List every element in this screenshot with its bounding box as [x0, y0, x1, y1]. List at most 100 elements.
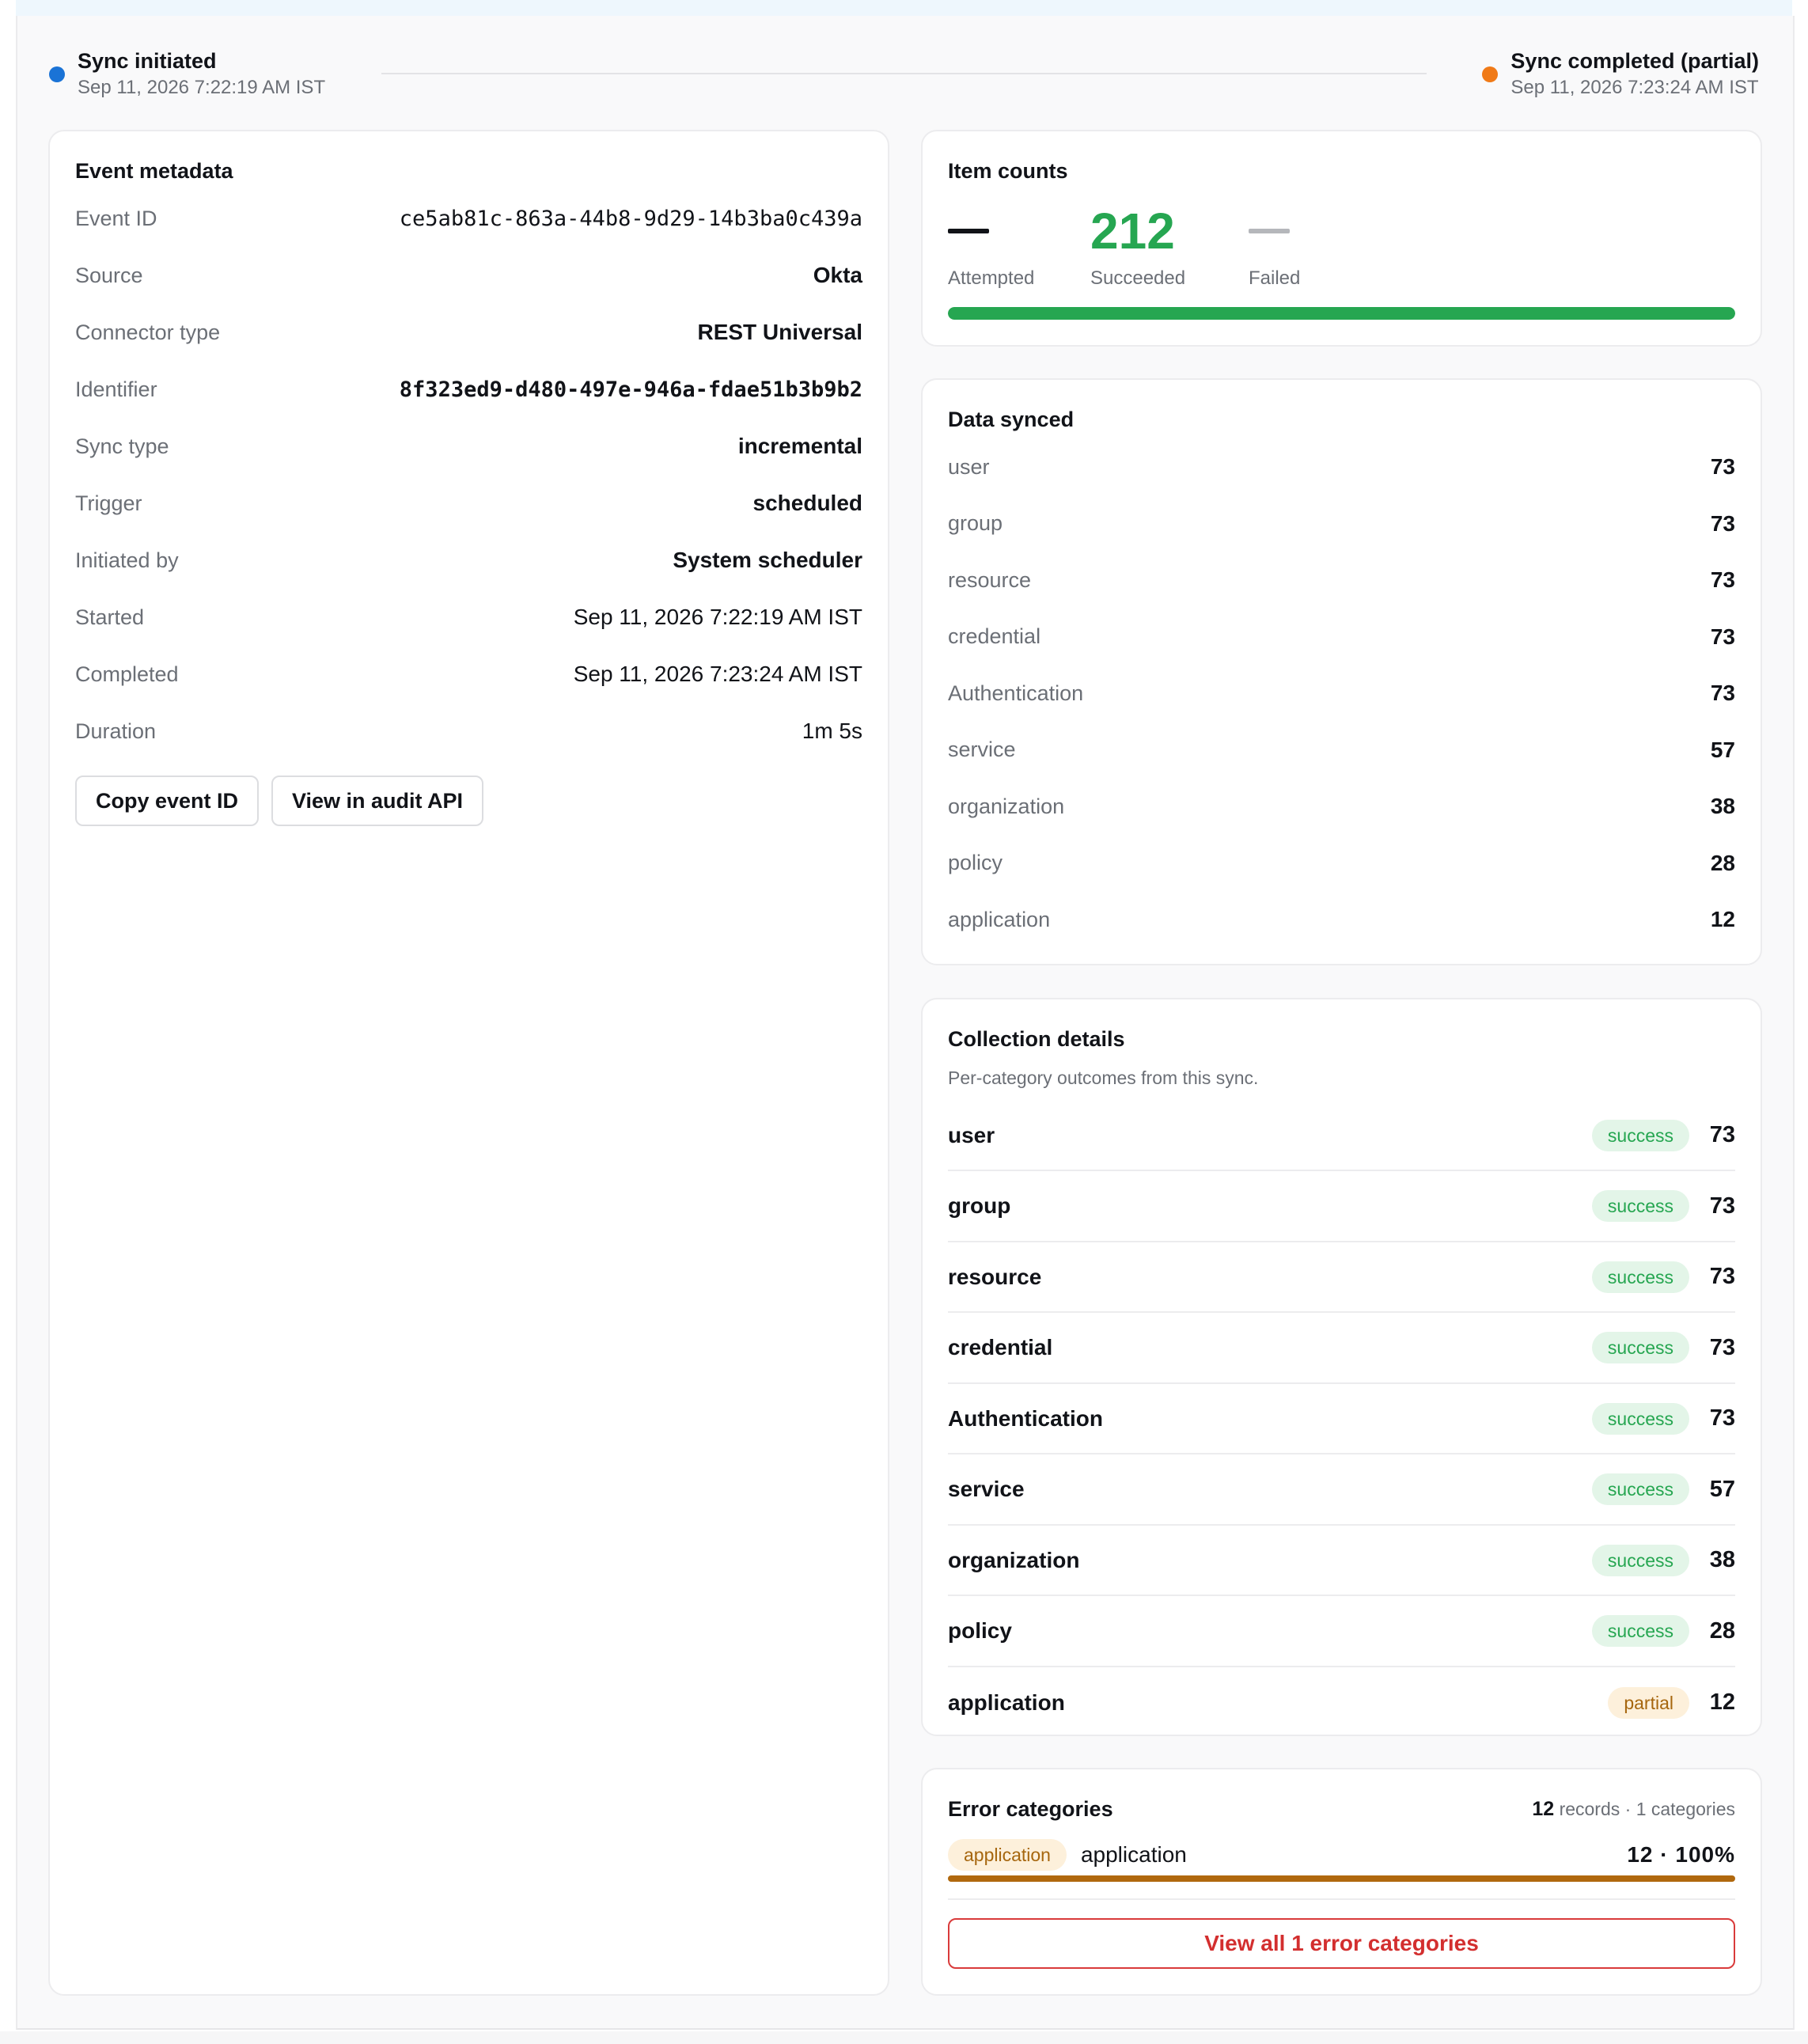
card-title: Item counts: [948, 159, 1068, 183]
data-synced-label: policy: [948, 851, 1003, 874]
collection-label: user: [948, 1122, 995, 1147]
status-badge: success: [1591, 1119, 1689, 1151]
status-dot-icon: [49, 66, 65, 82]
data-synced-label: service: [948, 738, 1016, 761]
collection-value: 38: [1709, 1547, 1735, 1572]
data-synced-label: Authentication: [948, 681, 1084, 705]
attempted-value-dash: [948, 229, 989, 233]
error-category-row: application application 12 · 100%: [948, 1839, 1735, 1871]
data-synced-row: service 57: [948, 734, 1735, 766]
collection-row: group success 73: [948, 1172, 1735, 1242]
collection-row: credential success 73: [948, 1314, 1735, 1384]
collection-row: organization success 38: [948, 1526, 1735, 1596]
data-synced-row: organization 38: [948, 791, 1735, 822]
data-synced-label: user: [948, 454, 990, 479]
meta-row-identifier: Identifier 8f323ed9-d480-497e-946a-fdae5…: [75, 377, 862, 402]
collection-row: policy success 28: [948, 1597, 1735, 1667]
data-synced-row: Authentication 73: [948, 677, 1735, 709]
status-badge: success: [1591, 1615, 1689, 1647]
meta-row-completed: Completed Sep 11, 2026 7:23:24 AM IST: [75, 662, 862, 686]
data-synced-value: 73: [1710, 454, 1735, 479]
data-synced-label: credential: [948, 624, 1041, 648]
collection-details-card: Collection details Per-category outcomes…: [921, 998, 1762, 1736]
card-title: Error categories: [948, 1797, 1113, 1821]
collection-label: policy: [948, 1618, 1012, 1643]
card-title: Data synced: [948, 408, 1075, 431]
data-synced-value: 38: [1710, 794, 1735, 818]
data-synced-value: 73: [1710, 510, 1735, 536]
collection-value: 73: [1709, 1405, 1735, 1431]
data-synced-row: group 73: [948, 508, 1735, 540]
collection-row: user success 73: [948, 1101, 1735, 1171]
meta-row-source: Source Okta: [75, 263, 862, 287]
data-synced-row: credential 73: [948, 621, 1735, 653]
card-title: Collection details: [948, 1027, 1125, 1051]
failed-value-dash: [1249, 229, 1290, 233]
timeline-start-title: Sync initiated: [78, 49, 217, 73]
data-synced-value: 73: [1710, 567, 1735, 592]
collection-label: resource: [948, 1264, 1042, 1289]
failed-count: Failed: [1249, 199, 1300, 290]
identifier-value: 8f323ed9-d480-497e-946a-fdae51b3b9b2: [399, 377, 862, 402]
collection-value: 73: [1709, 1334, 1735, 1360]
item-counts-card: Item counts Attempted 212 Succeeded Fail…: [921, 130, 1762, 347]
collection-label: group: [948, 1193, 1011, 1218]
meta-row-started: Started Sep 11, 2026 7:22:19 AM IST: [75, 605, 862, 629]
collection-label: credential: [948, 1335, 1053, 1360]
collection-label: application: [948, 1689, 1065, 1715]
event-id-value: ce5ab81c-863a-44b8-9d29-14b3ba0c439a: [399, 206, 862, 231]
collection-row: Authentication success 73: [948, 1384, 1735, 1454]
data-synced-row: resource 73: [948, 564, 1735, 596]
collection-row: resource success 73: [948, 1242, 1735, 1313]
meta-row-sync-type: Sync type incremental: [75, 434, 862, 458]
status-badge: partial: [1608, 1686, 1689, 1719]
data-synced-row: user 73: [948, 451, 1735, 483]
data-synced-value: 12: [1710, 907, 1735, 931]
collection-row: application partial 12: [948, 1667, 1735, 1738]
data-synced-value: 28: [1710, 850, 1735, 875]
status-badge: success: [1591, 1473, 1689, 1505]
error-category-value: 12 · 100%: [1627, 1842, 1735, 1867]
error-categories-card: Error categories 12 records · 1 categori…: [921, 1768, 1762, 1996]
copy-event-id-button[interactable]: Copy event ID: [75, 776, 260, 826]
bottom-strip: [0, 2031, 1808, 2044]
timeline-end: Sync completed (partial) Sep 11, 2026 7:…: [1482, 46, 1759, 100]
data-synced-label: group: [948, 511, 1003, 535]
meta-row-event-id: Event ID ce5ab81c-863a-44b8-9d29-14b3ba0…: [75, 206, 862, 231]
data-synced-label: organization: [948, 794, 1065, 818]
metadata-actions: Copy event ID View in audit API: [75, 776, 787, 826]
status-badge: success: [1591, 1261, 1689, 1293]
collection-value: 57: [1709, 1476, 1735, 1502]
error-category-name: application: [1080, 1842, 1187, 1867]
data-synced-value: 73: [1710, 624, 1735, 649]
meta-row-duration: Duration 1m 5s: [75, 719, 862, 743]
timeline-start-time: Sep 11, 2026 7:22:19 AM IST: [78, 77, 326, 98]
success-progress-fill: [948, 307, 1735, 320]
collection-value: 73: [1709, 1193, 1735, 1219]
collection-label: Authentication: [948, 1405, 1103, 1431]
data-synced-card: Data synced user 73 group 73 resource 73 crede…: [921, 378, 1762, 965]
collection-value: 28: [1709, 1617, 1735, 1644]
succeeded-count: 212 Succeeded: [1090, 199, 1185, 290]
card-subtitle: Per-category outcomes from this sync.: [948, 1068, 1259, 1088]
error-category-badge: application: [948, 1839, 1067, 1871]
error-category-bar-fill: [948, 1875, 1735, 1882]
error-summary: 12 records · 1 categories: [1532, 1798, 1735, 1820]
view-all-error-categories-button[interactable]: View all 1 error categories: [948, 1918, 1735, 1969]
card-title: Event metadata: [75, 159, 233, 183]
attempted-count: Attempted: [948, 199, 1034, 290]
status-dot-icon: [1482, 66, 1499, 82]
meta-row-trigger: Trigger scheduled: [75, 491, 862, 515]
collection-row: service success 57: [948, 1455, 1735, 1526]
meta-row-initiated-by: Initiated by System scheduler: [75, 548, 862, 572]
collection-value: 73: [1709, 1122, 1735, 1147]
collection-value: 73: [1709, 1264, 1735, 1289]
data-synced-value: 57: [1710, 737, 1735, 762]
data-synced-row: application 12: [948, 904, 1735, 935]
divider: [948, 1898, 1735, 1900]
status-badge: success: [1591, 1190, 1689, 1222]
data-synced-value: 73: [1710, 681, 1735, 705]
view-in-audit-api-button[interactable]: View in audit API: [271, 776, 484, 826]
status-badge: success: [1591, 1544, 1689, 1576]
collection-value: 12: [1709, 1689, 1735, 1715]
